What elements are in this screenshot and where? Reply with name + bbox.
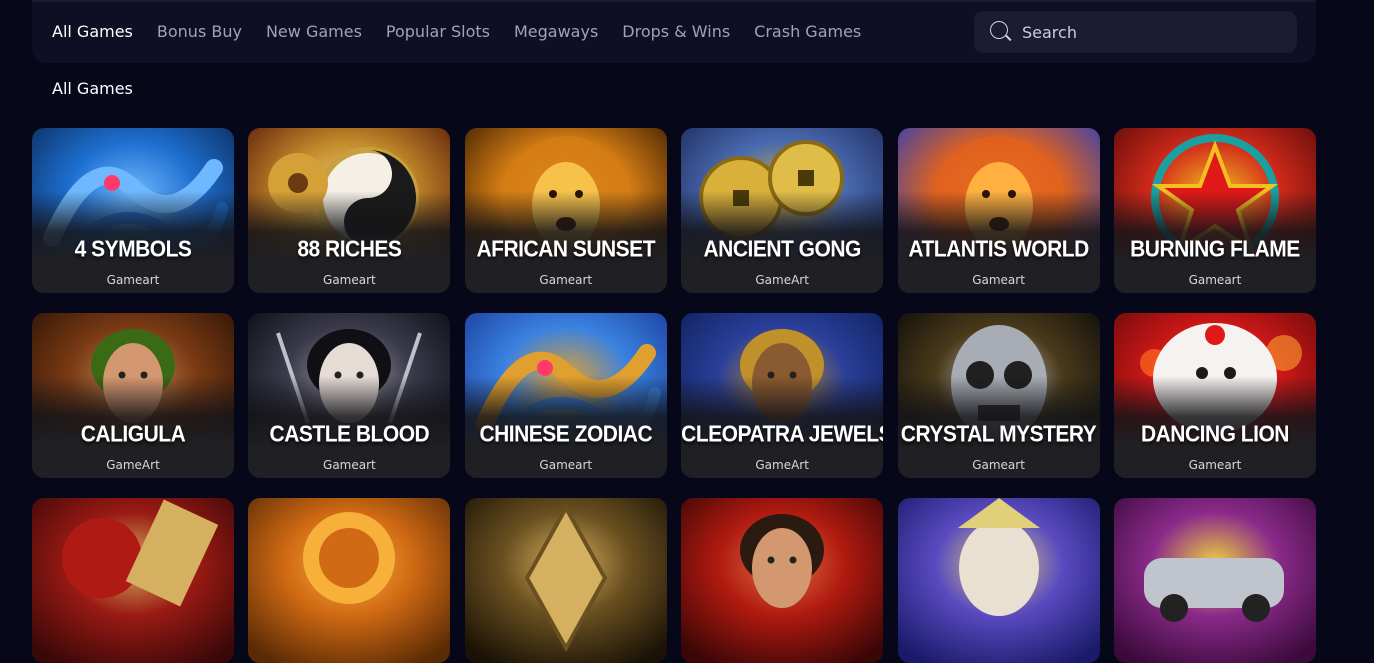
- game-provider: Gameart: [972, 273, 1025, 287]
- section-title: All Games: [52, 79, 133, 98]
- game-title: BURNING FLAME: [1130, 236, 1300, 263]
- game-card[interactable]: [248, 498, 451, 663]
- game-card[interactable]: [464, 498, 667, 663]
- game-card[interactable]: [1113, 498, 1316, 663]
- search-box[interactable]: [974, 11, 1297, 53]
- game-card[interactable]: AFRICAN SUNSET Gameart: [464, 128, 667, 293]
- category-nav-bar: All Games Bonus Buy New Games Popular Slots…: [32, 0, 1316, 63]
- game-card[interactable]: CLEOPATRA JEWELS GameArt: [681, 313, 884, 478]
- game-artwork: [32, 498, 234, 663]
- game-provider: Gameart: [323, 273, 376, 287]
- game-title: CLEOPATRA JEWELS: [681, 421, 884, 448]
- game-card[interactable]: [681, 498, 884, 663]
- game-provider: Gameart: [106, 273, 160, 287]
- game-title: CALIGULA: [80, 421, 186, 448]
- game-card[interactable]: BURNING FLAME Gameart: [1113, 128, 1316, 293]
- game-provider: Gameart: [1188, 273, 1242, 287]
- tab-new-games[interactable]: New Games: [266, 22, 362, 41]
- game-artwork: [681, 498, 884, 663]
- game-title: CHINESE ZODIAC: [479, 421, 653, 448]
- game-card[interactable]: CASTLE BLOOD Gameart: [248, 313, 451, 478]
- game-card[interactable]: CRYSTAL MYSTERY Gameart: [897, 313, 1100, 478]
- tab-bonus-buy[interactable]: Bonus Buy: [157, 22, 242, 41]
- game-artwork: [464, 498, 667, 663]
- game-provider: GameArt: [755, 273, 809, 287]
- game-artwork: [897, 498, 1100, 663]
- game-card[interactable]: ATLANTIS WORLD Gameart: [897, 128, 1100, 293]
- tab-crash-games[interactable]: Crash Games: [754, 22, 861, 41]
- games-grid: 4 SYMBOLS Gameart 88 RICHES Gameart AFRICAN …: [32, 128, 1316, 663]
- game-card[interactable]: 88 RICHES Gameart: [248, 128, 451, 293]
- game-card[interactable]: CHINESE ZODIAC Gameart: [464, 313, 667, 478]
- game-provider: Gameart: [323, 458, 376, 472]
- tab-all-games[interactable]: All Games: [52, 22, 133, 41]
- game-provider: Gameart: [1188, 458, 1242, 472]
- game-card[interactable]: DANCING LION Gameart: [1113, 313, 1316, 478]
- game-title: DANCING LION: [1140, 421, 1290, 448]
- game-card[interactable]: [32, 498, 234, 663]
- game-title: 88 RICHES: [297, 236, 402, 263]
- game-title: 4 SYMBOLS: [74, 236, 192, 263]
- game-title: ANCIENT GONG: [703, 236, 862, 263]
- game-card[interactable]: 4 SYMBOLS Gameart: [32, 128, 234, 293]
- game-artwork: [248, 498, 451, 663]
- category-tabs: All Games Bonus Buy New Games Popular Slots…: [52, 22, 885, 41]
- game-title: AFRICAN SUNSET: [476, 236, 656, 263]
- game-provider: Gameart: [539, 273, 593, 287]
- game-title: CRYSTAL MYSTERY: [900, 421, 1097, 448]
- game-card[interactable]: [897, 498, 1100, 663]
- game-title: CASTLE BLOOD: [269, 421, 430, 448]
- search-icon[interactable]: [990, 21, 1012, 43]
- tab-popular-slots[interactable]: Popular Slots: [386, 22, 490, 41]
- tab-drops-wins[interactable]: Drops & Wins: [622, 22, 730, 41]
- game-card[interactable]: ANCIENT GONG GameArt: [681, 128, 884, 293]
- game-card[interactable]: CALIGULA GameArt: [32, 313, 234, 478]
- tab-megaways[interactable]: Megaways: [514, 22, 598, 41]
- search-input[interactable]: [1022, 22, 1282, 42]
- game-provider: Gameart: [539, 458, 593, 472]
- game-provider: Gameart: [972, 458, 1025, 472]
- game-provider: GameArt: [106, 458, 160, 472]
- game-provider: GameArt: [755, 458, 809, 472]
- game-artwork: [1113, 498, 1316, 663]
- game-title: ATLANTIS WORLD: [908, 236, 1089, 263]
